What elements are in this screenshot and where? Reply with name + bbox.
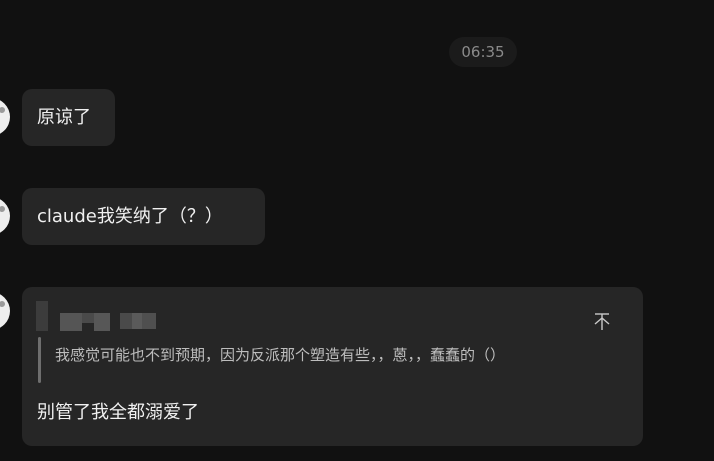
reply-message-bubble[interactable]: 我感觉可能也不到预期，因为反派那个塑造有些，，蒽，，蠢蠢的（） 别管了我全都溺爱… — [22, 287, 643, 446]
message-text: 别管了我全都溺爱了 — [37, 402, 199, 423]
avatar[interactable] — [0, 98, 10, 136]
message-text: 原谅了 — [37, 107, 91, 128]
message-bubble[interactable]: claude我笑纳了（？） — [22, 188, 265, 245]
message-timestamp: 06:35 — [449, 37, 517, 67]
message-bubble[interactable]: 原谅了 — [22, 89, 115, 146]
avatar[interactable] — [0, 197, 10, 235]
message-text: claude我笑纳了（？） — [37, 206, 223, 227]
quote-bar — [38, 337, 41, 383]
avatar[interactable] — [0, 292, 10, 330]
quoted-sender-name-redacted — [36, 301, 158, 331]
jump-to-quote-icon[interactable] — [593, 312, 611, 332]
chat-area: 06:35 原谅了 claude我笑纳了（？） 我感觉可能也不到预期，因为反派那… — [0, 0, 714, 461]
quoted-message-text: 我感觉可能也不到预期，因为反派那个塑造有些，，蒽，，蠢蠢的（） — [55, 346, 506, 364]
